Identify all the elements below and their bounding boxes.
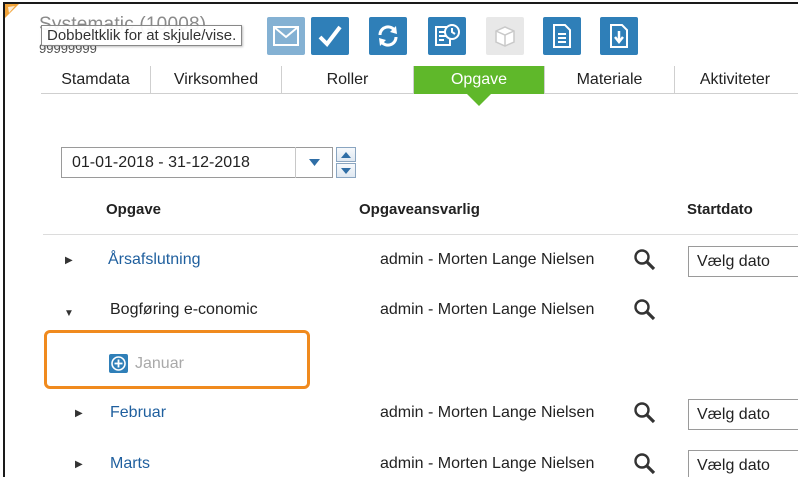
search-icon[interactable] [633,298,657,322]
subtask-name[interactable]: Januar [135,355,184,373]
refresh-icon [378,25,398,47]
plus-circle-icon [111,356,126,371]
start-date-picker[interactable]: Vælg dato [688,399,798,430]
expand-arrow-icon[interactable]: ▶ [75,408,83,419]
email-button[interactable] [267,17,305,55]
period-next-button[interactable] [336,147,356,162]
tab-aktiviteter[interactable]: Aktiviteter [675,66,795,94]
column-header-task[interactable]: Opgave [106,201,161,218]
toggle-header-tooltip: Dobbeltklik for at skjule/vise. [41,25,243,46]
table-row: ▼ Bogføring e-conomic admin - Morten Lan… [43,286,798,336]
email-icon [273,26,299,46]
task-owner: admin - Morten Lange Nielsen [380,301,595,318]
add-subtask-button[interactable] [109,354,128,373]
refresh-button[interactable] [369,17,407,55]
task-owner: admin - Morten Lange Nielsen [380,251,595,268]
arrow-up-icon [341,151,351,158]
download-button[interactable] [600,17,638,55]
download-icon [610,24,628,48]
task-name-link[interactable]: Marts [110,455,150,473]
expand-arrow-icon[interactable]: ▶ [75,459,83,470]
table-row: ▶ Februar admin - Morten Lange Nielsen V… [43,389,798,439]
task-schedule-button[interactable] [428,17,466,55]
task-name[interactable]: Bogføring e-conomic [110,301,258,319]
period-stepper [336,147,356,178]
period-dropdown[interactable]: 01-01-2018 - 31-12-2018 [61,147,333,178]
checkmark-icon [318,25,342,48]
period-value: 01-01-2018 - 31-12-2018 [72,153,250,171]
start-date-picker[interactable]: Vælg dato [688,450,798,477]
task-clock-icon [435,24,460,46]
task-name-link[interactable]: Februar [110,404,166,422]
task-owner: admin - Morten Lange Nielsen [380,455,595,472]
arrow-down-icon [341,167,351,174]
collapse-arrow-icon[interactable]: ▼ [64,308,74,319]
document-icon [553,24,571,48]
expand-arrow-icon[interactable]: ▶ [65,255,73,266]
tab-bar: Stamdata Virksomhed Roller Opgave Materi… [41,66,798,106]
search-icon[interactable] [633,248,657,272]
customer-header[interactable]: Systematic (10008) 99999999 Dobbeltklik … [5,4,798,66]
search-icon[interactable] [633,401,657,425]
header-divider [43,234,798,235]
task-owner: admin - Morten Lange Nielsen [380,404,595,421]
document-button[interactable] [543,17,581,55]
table-row: ▶ Marts admin - Morten Lange Nielsen Væl… [43,440,798,477]
start-date-picker[interactable]: Vælg dato [688,246,798,277]
app-window: Systematic (10008) 99999999 Dobbeltklik … [3,2,798,477]
tab-materiale[interactable]: Materiale [545,66,675,94]
tab-opgave[interactable]: Opgave [414,66,545,106]
approve-button[interactable] [311,17,349,55]
search-icon[interactable] [633,452,657,476]
period-dropdown-toggle[interactable] [296,148,332,177]
chevron-down-icon [308,159,320,166]
tab-roller[interactable]: Roller [282,66,414,94]
tab-stamdata[interactable]: Stamdata [41,66,151,94]
column-header-owner[interactable]: Opgaveansvarlig [359,201,480,218]
period-previous-button[interactable] [336,163,356,178]
task-name-link[interactable]: Årsafslutning [108,251,201,269]
box-icon [495,26,515,47]
column-header-startdate[interactable]: Startdato [687,201,753,218]
table-row: ▶ Årsafslutning admin - Morten Lange Nie… [43,236,798,286]
tab-virksomhed[interactable]: Virksomhed [151,66,282,94]
package-button[interactable] [486,17,524,55]
brand-logo-icon [5,4,19,18]
